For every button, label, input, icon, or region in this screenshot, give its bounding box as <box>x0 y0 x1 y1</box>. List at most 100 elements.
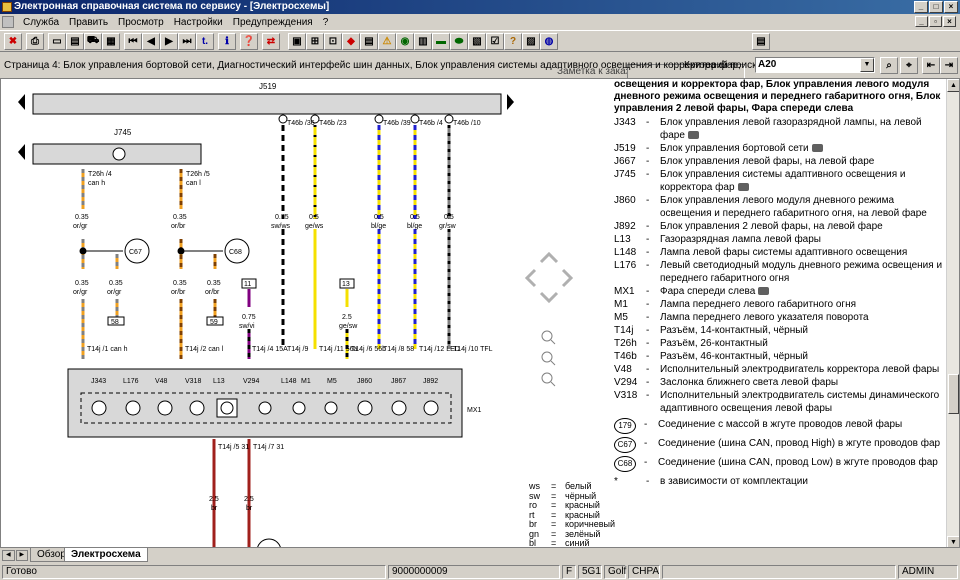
tool-2-icon[interactable]: ⊞ <box>306 33 324 50</box>
warning-icon[interactable]: ⚠ <box>378 33 396 50</box>
page-icon[interactable]: ▤ <box>66 33 84 50</box>
tool-1-icon[interactable]: ▣ <box>288 33 306 50</box>
scroll-down-icon[interactable]: ▼ <box>947 536 959 547</box>
tab-wiring-diagram[interactable]: Электросхема <box>64 548 148 562</box>
last-page-icon[interactable]: ⏭ <box>178 33 196 50</box>
legend-connection-row: C67- Соединение (шина CAN, провод High) в… <box>614 437 944 453</box>
document-icon[interactable] <box>2 16 14 28</box>
comp-v48: V48 <box>155 378 168 385</box>
wire-color-1: or/gr <box>73 223 88 230</box>
comp-j892: J892 <box>423 378 438 385</box>
tool-7-icon[interactable]: ▬ <box>432 33 450 50</box>
nav-right-icon[interactable]: ⇥ <box>940 57 958 74</box>
maximize-button[interactable]: □ <box>929 1 943 13</box>
legend-desc: Блок управления бортовой сети <box>660 143 809 154</box>
legend-row: T26h - Разъём, 26-контактный <box>614 338 768 349</box>
wiring-diagram[interactable]: J519 J745 C67 C68 58 59 11 13 T26h /4 ca… <box>1 79 601 548</box>
nav-left-icon[interactable]: ⇤ <box>922 57 940 74</box>
legend-row: M1- Лампа переднего левого габаритного ог… <box>614 299 857 310</box>
new-page-icon[interactable]: ▭ <box>48 33 66 50</box>
legend-row: J667- Блок управления левой фары, на лево… <box>614 156 875 167</box>
legend-row: V318- Исполнительный электродвигатель сис… <box>614 390 940 414</box>
globe-icon[interactable]: ◉ <box>396 33 414 50</box>
conn-top-1: T46b /36 <box>287 120 315 127</box>
menu-view[interactable]: Просмотр <box>113 17 169 28</box>
legend-code: J745 <box>614 169 636 180</box>
content-area: J519 J745 C67 C68 58 59 11 13 T26h /4 ca… <box>0 78 960 548</box>
mdi-minimize-button[interactable]: _ <box>915 16 928 27</box>
exit-icon[interactable]: ✖ <box>4 33 22 50</box>
menu-help[interactable]: ? <box>318 17 334 28</box>
next-page-icon[interactable]: ▶ <box>160 33 178 50</box>
tool-10-icon[interactable]: ▨ <box>522 33 540 50</box>
legend-desc: Блок управления 2 левой фары, на левой ф… <box>660 221 883 232</box>
tool-3-icon[interactable]: ⊡ <box>324 33 342 50</box>
conn-bottom-6: T14j /6 56b <box>351 346 386 353</box>
legend-row: L148- Лампа левой фары системы адаптивног… <box>614 247 908 258</box>
close-button[interactable]: × <box>944 1 958 13</box>
wire-size-6: 0.35 <box>207 280 221 287</box>
comp-j867: J867 <box>391 378 406 385</box>
connection-circle-icon: C67 <box>614 437 636 453</box>
tab-navigation[interactable]: ◀ ▶ <box>2 550 28 561</box>
wire-top-color-3: bl/ge <box>371 223 386 230</box>
tool-11-icon[interactable]: ◍ <box>540 33 558 50</box>
vertical-scrollbar[interactable]: ▲ ▼ <box>946 79 959 547</box>
tool-5-icon[interactable]: ▤ <box>360 33 378 50</box>
tool-6-icon[interactable]: ▥ <box>414 33 432 50</box>
tool-9-icon[interactable]: ▧ <box>468 33 486 50</box>
legend-code: J860 <box>614 195 636 206</box>
minimize-button[interactable]: _ <box>914 1 928 13</box>
camera-icon[interactable] <box>687 131 699 140</box>
tab-bar: ◀ ▶ Обзор Электросхема <box>0 548 960 564</box>
connection-circle-icon: C68 <box>614 456 636 472</box>
prev-page-icon[interactable]: ◀ <box>142 33 160 50</box>
wire-top-size-5: 0.5 <box>444 214 454 221</box>
info-icon[interactable]: ℹ <box>218 33 236 50</box>
chevron-down-icon[interactable]: ▼ <box>860 58 874 72</box>
circle-c67-label: C67 <box>129 249 142 256</box>
help-icon[interactable]: ❓ <box>240 33 258 50</box>
checklist-icon[interactable]: ☑ <box>486 33 504 50</box>
camera-icon[interactable] <box>758 287 770 296</box>
mdi-restore-button[interactable]: ▫ <box>929 16 942 27</box>
goto-icon[interactable]: t. <box>196 33 214 50</box>
search-reset-icon[interactable]: ⌖ <box>900 57 918 74</box>
path-bar: Страница 4: Блок управления бортовой сет… <box>0 54 960 76</box>
toolbar: ✖ ⎙ ▭ ▤ ⛟ ▦ ⏮ ◀ ▶ ⏭ t. ℹ ❓ ⇄ ▣ ⊞ ⊡ ◆ ▤ ⚠… <box>0 30 960 80</box>
print-icon[interactable]: ⎙ <box>26 33 44 50</box>
camera-icon[interactable] <box>811 144 823 153</box>
circle-c68-label: C68 <box>229 249 242 256</box>
app-icon <box>2 2 12 12</box>
legend-code: M1 <box>614 299 628 310</box>
notes-icon[interactable]: ▤ <box>752 33 770 50</box>
conn-top-5: T46b /10 <box>453 120 481 127</box>
document-list-icon[interactable]: ▦ <box>102 33 120 50</box>
wire-color-4: or/gr <box>107 289 122 296</box>
wire-size-8: 2.5 <box>342 314 352 321</box>
legend-desc: Фара спереди слева <box>660 286 756 297</box>
car-icon[interactable]: ⛟ <box>84 33 102 50</box>
menu-settings[interactable]: Настройки <box>169 17 228 28</box>
search-icon[interactable]: ⌕ <box>880 57 898 74</box>
first-page-icon[interactable]: ⏮ <box>124 33 142 50</box>
question-icon[interactable]: ? <box>504 33 522 50</box>
mdi-close-button[interactable]: × <box>943 16 956 27</box>
pan-down-icon <box>539 291 559 304</box>
camera-icon[interactable] <box>737 183 749 192</box>
title-bar: Электронная справочная система по сервис… <box>0 0 960 14</box>
scroll-up-icon[interactable]: ▲ <box>947 79 959 92</box>
legend-panel: освещения и корректора фар, Блок управле… <box>614 79 944 488</box>
menu-service[interactable]: Служба <box>18 17 64 28</box>
menu-warnings[interactable]: Предупреждения <box>228 17 318 28</box>
swap-icon[interactable]: ⇄ <box>262 33 280 50</box>
tool-4-icon[interactable]: ◆ <box>342 33 360 50</box>
legend-desc: Блок управления системы адаптивного осве… <box>660 169 906 193</box>
tool-8-icon[interactable]: ⬬ <box>450 33 468 50</box>
wire-top-color-5: gr/sw <box>439 223 457 230</box>
menu-edit[interactable]: Править <box>64 17 113 28</box>
search-criteria-select[interactable]: A20 ▼ <box>755 57 875 73</box>
scroll-thumb[interactable] <box>948 374 959 414</box>
mx1-label: MX1 <box>467 407 482 414</box>
scroll-right-arrow-icon <box>507 94 514 110</box>
